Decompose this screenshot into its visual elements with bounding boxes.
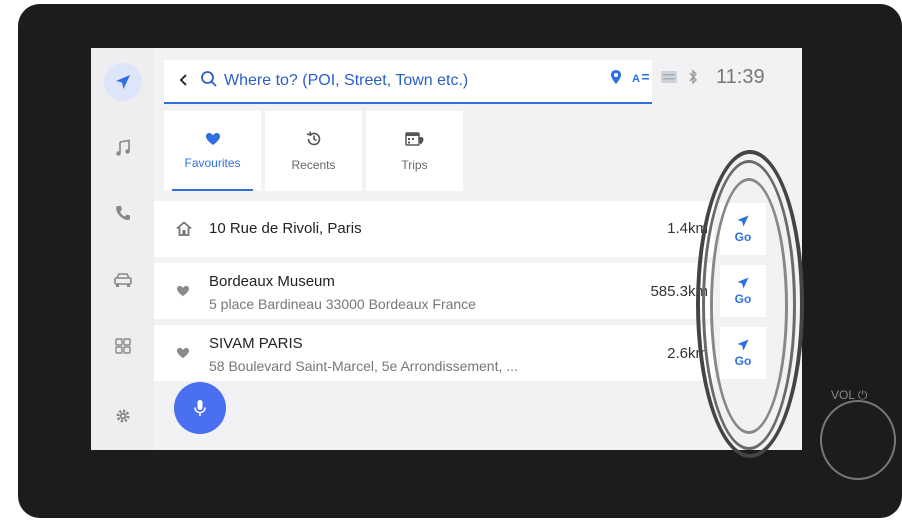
favourite-card[interactable]: Bordeaux Museum 5 place Bardineau 33000 … — [154, 263, 714, 319]
location-pin-icon — [611, 70, 621, 84]
text-size-icon: A — [632, 73, 649, 83]
tab-label: Favourites — [184, 156, 241, 170]
tab-recents[interactable]: Recents — [265, 111, 362, 191]
search-icon — [200, 70, 218, 93]
rail-item-music[interactable] — [91, 123, 154, 173]
tab-label: Trips — [401, 158, 428, 172]
heart-icon — [176, 284, 190, 302]
rail-item-phone[interactable] — [91, 188, 154, 238]
tab-favourites[interactable]: Favourites — [164, 111, 261, 191]
history-icon — [306, 131, 320, 146]
car-icon — [113, 273, 132, 287]
voice-button[interactable] — [174, 382, 226, 434]
favourite-address: 58 Boulevard Saint-Marcel, 5e Arrondisse… — [209, 358, 518, 374]
phone-icon — [115, 206, 130, 220]
highlight-ring — [710, 178, 788, 434]
rail-item-settings[interactable] — [91, 391, 154, 441]
dcm-icon — [661, 71, 677, 83]
search-bar[interactable]: Where to? (POI, Street, Town etc.) — [164, 60, 652, 104]
rail-item-vehicle[interactable] — [91, 255, 154, 305]
search-input[interactable]: Where to? (POI, Street, Town etc.) — [224, 72, 468, 90]
volume-knob[interactable] — [820, 400, 896, 480]
favourite-title: 10 Rue de Rivoli, Paris — [209, 220, 362, 237]
favourites-tabs: Favourites Recents Trips — [164, 111, 463, 191]
navigation-arrow-icon — [115, 75, 130, 89]
microphone-icon — [194, 400, 206, 416]
back-button[interactable] — [178, 71, 188, 92]
side-rail — [91, 48, 154, 450]
favourite-title: SIVAM PARIS — [209, 335, 303, 352]
status-bar: A 11:39 — [610, 64, 765, 90]
heart-icon — [205, 133, 220, 145]
rail-item-navigation[interactable] — [91, 57, 154, 107]
heart-icon — [176, 346, 190, 364]
music-note-icon — [115, 139, 130, 156]
tab-label: Recents — [291, 158, 336, 172]
clock: 11:39 — [716, 65, 765, 88]
favourite-card[interactable]: 10 Rue de Rivoli, Paris 1.4km — [154, 201, 714, 257]
gear-icon — [116, 409, 129, 423]
active-indicator — [103, 63, 142, 101]
tab-trips[interactable]: Trips — [366, 111, 463, 191]
chevron-left-icon — [179, 73, 187, 86]
screen: Where to? (POI, Street, Town etc.) A 11:… — [91, 48, 802, 450]
svg-text:A: A — [632, 73, 640, 83]
rail-item-apps[interactable] — [91, 321, 154, 371]
apps-grid-icon — [114, 338, 131, 354]
favourite-title: Bordeaux Museum — [209, 273, 335, 290]
favourite-address: 5 place Bardineau 33000 Bordeaux France — [209, 296, 476, 312]
home-icon — [176, 221, 192, 241]
favourite-card[interactable]: SIVAM PARIS 58 Boulevard Saint-Marcel, 5… — [154, 325, 714, 381]
calendar-pin-icon — [404, 132, 423, 146]
bluetooth-icon — [689, 69, 697, 85]
